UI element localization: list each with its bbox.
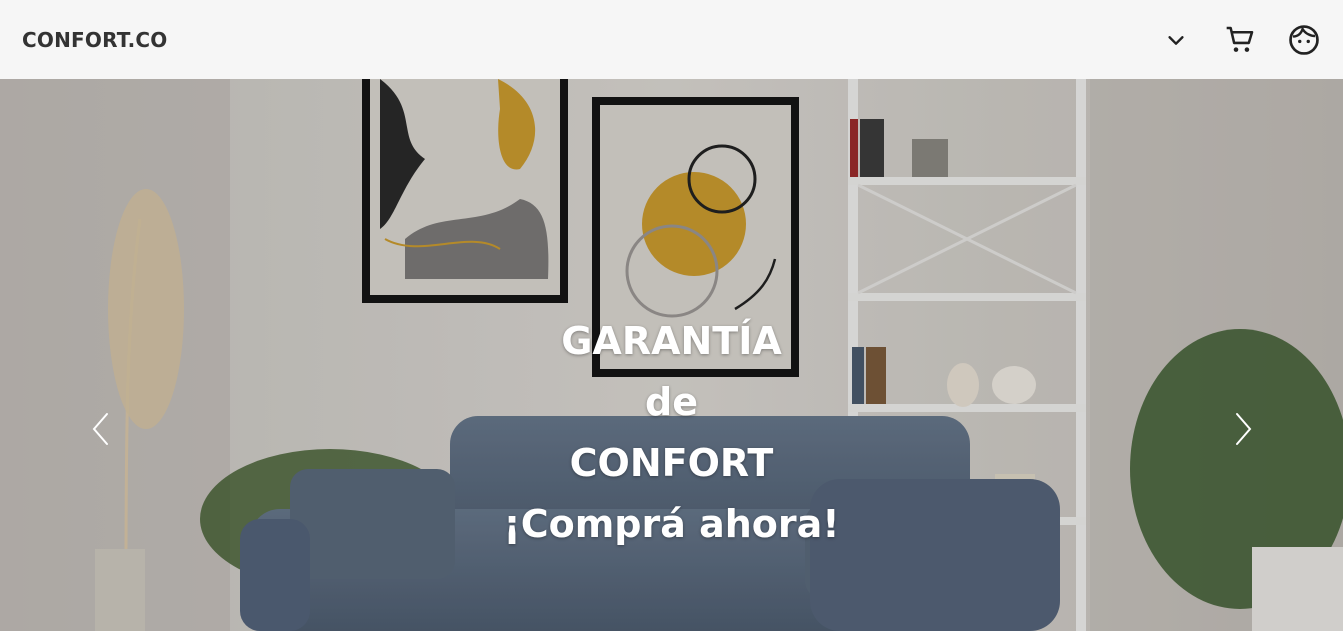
chevron-right-icon [1236, 413, 1252, 445]
hero-line-1: GARANTÍA [561, 319, 782, 363]
chevron-down-icon[interactable] [1159, 23, 1193, 57]
header-actions [1159, 0, 1321, 79]
hero-caption: GARANTÍA de CONFORT ¡Comprá ahora! [0, 311, 1343, 555]
user-face-icon[interactable] [1287, 23, 1321, 57]
carousel-next-button[interactable] [1228, 409, 1258, 449]
top-navbar: CONFORT.CO [0, 0, 1343, 79]
hero-carousel: GARANTÍA de CONFORT ¡Comprá ahora! [0, 79, 1343, 631]
hero-line-4: ¡Comprá ahora! [503, 502, 840, 546]
brand-logo[interactable]: CONFORT.CO [22, 28, 167, 52]
hero-line-3: CONFORT [569, 441, 774, 485]
chevron-left-icon [92, 413, 108, 445]
carousel-prev-button[interactable] [86, 409, 116, 449]
cart-icon[interactable] [1223, 23, 1257, 57]
hero-line-2: de [645, 380, 698, 424]
